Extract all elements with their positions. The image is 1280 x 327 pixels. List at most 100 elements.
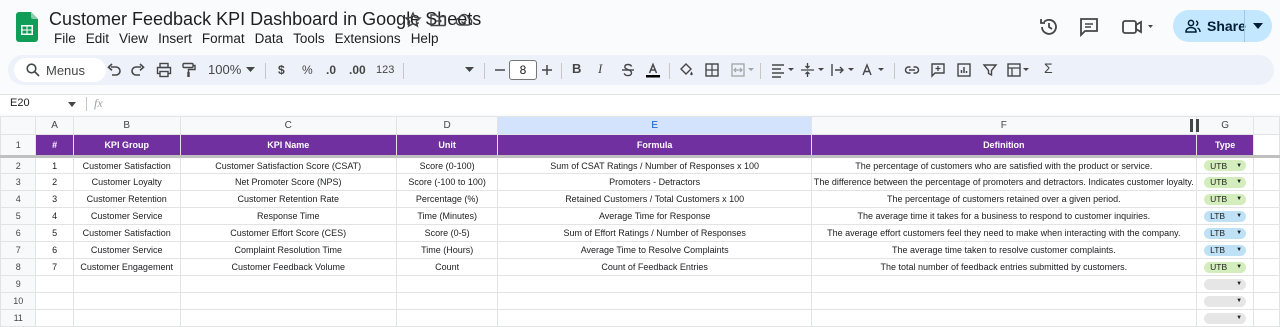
cell-kpi-name[interactable] (179, 292, 397, 310)
cell-definition[interactable]: The difference between the percentage of… (810, 173, 1197, 191)
cell-formula[interactable]: Sum of Effort Ratings / Number of Respon… (497, 224, 812, 242)
row-header[interactable]: 6 (0, 224, 37, 242)
cell-unit[interactable]: Count (395, 258, 499, 276)
vertical-align-icon[interactable] (800, 62, 826, 78)
cell-num[interactable]: 6 (35, 241, 74, 259)
header-cell-type[interactable]: Type (1195, 134, 1255, 158)
cell-kpi-name[interactable] (179, 275, 397, 293)
row-header[interactable]: 8 (0, 258, 37, 276)
cell-formula[interactable]: Sum of CSAT Ratings / Number of Response… (497, 156, 812, 174)
cell-num[interactable]: 3 (35, 190, 74, 208)
zoom-select[interactable]: 100% (208, 62, 241, 78)
cell-kpi-group[interactable] (72, 275, 181, 293)
cell-unit[interactable]: Score (-100 to 100) (395, 173, 499, 191)
cell-kpi-name[interactable]: Customer Feedback Volume (179, 258, 397, 276)
cell-formula[interactable] (497, 275, 812, 293)
more-formats-button[interactable]: 123 (376, 62, 394, 78)
version-history-icon[interactable] (1038, 16, 1060, 38)
menu-help[interactable]: Help (406, 31, 444, 47)
cell-definition[interactable]: The average time taken to resolve custom… (810, 241, 1197, 259)
type-dropdown-chip[interactable]: UTB ▼ (1204, 261, 1247, 273)
font-family-dropdown-icon[interactable] (465, 67, 474, 73)
empty-cell[interactable] (1253, 173, 1280, 191)
cell-kpi-group[interactable]: Customer Service (72, 241, 181, 259)
cell-num[interactable]: 1 (35, 156, 74, 174)
cell-kpi-group[interactable] (72, 292, 181, 310)
cell-num[interactable]: 5 (35, 224, 74, 242)
type-dropdown-chip[interactable]: UTB ▼ (1204, 176, 1247, 188)
cell-formula[interactable]: Average Time for Response (497, 207, 812, 225)
cell-type[interactable]: UTB ▼ (1195, 258, 1255, 276)
insert-chart-icon[interactable] (956, 62, 972, 78)
row-header[interactable]: 7 (0, 241, 37, 259)
menu-file[interactable]: File (49, 31, 81, 47)
type-dropdown-chip[interactable]: ▼ (1204, 295, 1247, 307)
menu-data[interactable]: Data (250, 31, 289, 47)
increase-decimal-button[interactable]: .00 (349, 62, 366, 78)
horizontal-align-icon[interactable] (770, 62, 796, 78)
cell-kpi-name[interactable]: Customer Effort Score (CES) (179, 224, 397, 242)
header-cell-num[interactable]: # (35, 134, 74, 158)
cell-num[interactable] (35, 292, 74, 310)
cell-num[interactable]: 7 (35, 258, 74, 276)
search-menus-button[interactable]: Menus (14, 58, 106, 82)
column-header-f[interactable]: F (810, 116, 1197, 135)
cell-unit[interactable]: Score (0-100) (395, 156, 499, 174)
type-dropdown-chip[interactable]: LTB ▼ (1204, 244, 1247, 256)
decrease-decimal-button[interactable]: .0 (326, 62, 336, 78)
empty-cell[interactable] (1253, 224, 1280, 242)
percent-format-button[interactable]: % (302, 62, 313, 78)
cell-unit[interactable]: Time (Minutes) (395, 207, 499, 225)
row-header[interactable]: 3 (0, 173, 37, 191)
zoom-dropdown-icon[interactable] (246, 67, 255, 73)
merge-cells-icon[interactable] (730, 62, 756, 78)
cell-type[interactable]: ▼ (1195, 292, 1255, 310)
insert-link-icon[interactable] (904, 62, 920, 78)
formula-input[interactable] (112, 97, 1212, 113)
cell-definition[interactable] (810, 309, 1197, 327)
borders-icon[interactable] (704, 62, 720, 78)
row-header[interactable]: 10 (0, 292, 37, 310)
cell-kpi-group[interactable]: Customer Satisfaction (72, 224, 181, 242)
cell-kpi-group[interactable] (72, 309, 181, 327)
cell-unit[interactable] (395, 275, 499, 293)
cell-kpi-name[interactable]: Customer Satisfaction Score (CSAT) (179, 156, 397, 174)
menu-view[interactable]: View (114, 31, 153, 47)
cell-kpi-name[interactable]: Net Promoter Score (NPS) (179, 173, 397, 191)
empty-cell[interactable] (1253, 207, 1280, 225)
type-dropdown-chip[interactable]: ▼ (1204, 312, 1247, 324)
cell-type[interactable]: UTB ▼ (1195, 156, 1255, 174)
cell-definition[interactable]: The average time it takes for a business… (810, 207, 1197, 225)
cell-kpi-name[interactable]: Customer Retention Rate (179, 190, 397, 208)
cell-type[interactable]: UTB ▼ (1195, 173, 1255, 191)
cell-type[interactable]: LTB ▼ (1195, 224, 1255, 242)
currency-format-button[interactable]: $ (278, 62, 285, 78)
cell-formula[interactable]: Average Time to Resolve Complaints (497, 241, 812, 259)
cell-unit[interactable] (395, 292, 499, 310)
empty-cell[interactable] (1253, 241, 1280, 259)
column-header-g[interactable]: G (1195, 116, 1255, 135)
header-cell-unit[interactable]: Unit (395, 134, 499, 158)
type-dropdown-chip[interactable]: UTB ▼ (1204, 193, 1247, 205)
cell-num[interactable]: 2 (35, 173, 74, 191)
cell-kpi-group[interactable]: Customer Engagement (72, 258, 181, 276)
strikethrough-icon[interactable] (620, 62, 636, 78)
cell-kpi-group[interactable]: Customer Retention (72, 190, 181, 208)
empty-cell[interactable] (1253, 190, 1280, 208)
cell-unit[interactable] (395, 309, 499, 327)
type-dropdown-chip[interactable]: UTB ▼ (1204, 160, 1247, 172)
undo-icon[interactable] (106, 62, 122, 78)
cell-definition[interactable]: The average effort customers feel they n… (810, 224, 1197, 242)
empty-cell[interactable] (1253, 258, 1280, 276)
row-header[interactable]: 11 (0, 309, 37, 327)
header-cell-formula[interactable]: Formula (497, 134, 812, 158)
cell-num[interactable]: 4 (35, 207, 74, 225)
filter-icon[interactable] (982, 62, 998, 78)
cell-kpi-group[interactable]: Customer Service (72, 207, 181, 225)
cell-definition[interactable]: The percentage of customers who are sati… (810, 156, 1197, 174)
filter-views-icon[interactable] (1006, 62, 1032, 78)
cell-unit[interactable]: Time (Hours) (395, 241, 499, 259)
type-dropdown-chip[interactable]: LTB ▼ (1204, 210, 1247, 222)
cell-type[interactable]: LTB ▼ (1195, 207, 1255, 225)
empty-cell[interactable] (1253, 134, 1280, 158)
